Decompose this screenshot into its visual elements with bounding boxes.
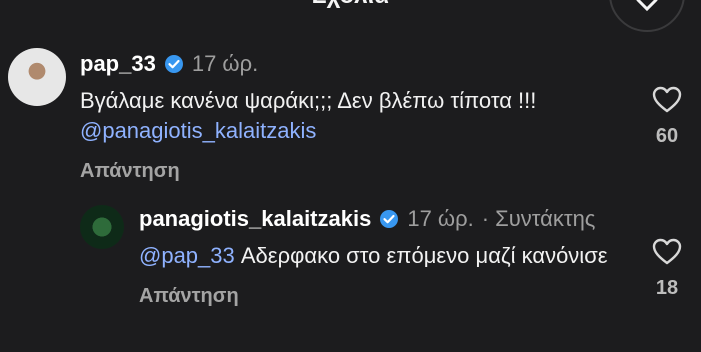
avatar[interactable] xyxy=(80,205,124,249)
timestamp: 17 ώρ. xyxy=(407,206,474,231)
verified-badge-icon xyxy=(164,54,184,74)
top-action-button[interactable] xyxy=(609,0,685,32)
chevron-down-icon xyxy=(636,0,658,12)
reply-button[interactable]: Απάντηση xyxy=(80,160,550,183)
comment: panagiotis_kalaitzakis 17 ώρ. · Συντάκτη… xyxy=(139,205,609,308)
comment-meta: panagiotis_kalaitzakis 17 ώρ. · Συντάκτη… xyxy=(139,205,609,233)
like-control: 18 xyxy=(652,238,682,300)
page-title: Σχόλια xyxy=(0,0,701,12)
comment-body: Αδερφακο στο επόμενο μαζί κανόνισε xyxy=(234,243,608,268)
avatar[interactable] xyxy=(8,48,66,106)
like-control: 60 xyxy=(652,86,682,148)
comment-text: @pap_33 Αδερφακο στο επόμενο μαζί κανόνι… xyxy=(139,241,609,271)
mention-link[interactable]: @panagiotis_kalaitzakis xyxy=(80,118,316,143)
comment-meta: pap_33 17 ώρ. xyxy=(80,50,550,78)
mention-link[interactable]: @pap_33 xyxy=(139,243,235,268)
heart-icon[interactable] xyxy=(652,86,682,113)
username[interactable]: panagiotis_kalaitzakis xyxy=(139,205,371,233)
reply-button[interactable]: Απάντηση xyxy=(139,285,609,308)
comment-text: Βγάλαμε κανένα ψαράκι;;; Δεν βλέπω τίποτ… xyxy=(80,86,550,146)
like-count: 18 xyxy=(655,277,679,299)
author-tag: · Συντάκτης xyxy=(481,206,596,231)
verified-badge-icon xyxy=(379,209,399,229)
comment: pap_33 17 ώρ. Βγάλαμε κανένα ψαράκι;;; Δ… xyxy=(80,50,550,183)
username[interactable]: pap_33 xyxy=(80,50,156,78)
comment-body: Βγάλαμε κανένα ψαράκι;;; Δεν βλέπω τίποτ… xyxy=(80,88,537,113)
like-count: 60 xyxy=(655,125,679,147)
timestamp: 17 ώρ. xyxy=(191,51,259,76)
heart-icon[interactable] xyxy=(652,238,682,265)
